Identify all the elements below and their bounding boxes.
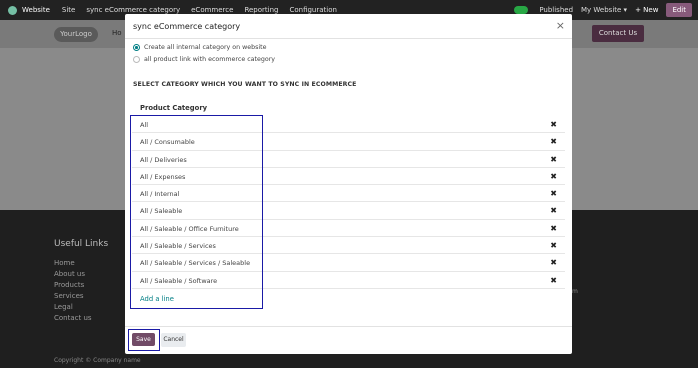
delete-icon[interactable]: ✖ <box>550 224 557 233</box>
section-label: SELECT CATEGORY WHICH YOU WANT TO SYNC I… <box>133 81 357 88</box>
footer-link-legal[interactable]: Legal <box>54 302 92 313</box>
site-logo[interactable]: YourLogo <box>54 27 98 42</box>
dialog-header: sync eCommerce category × <box>125 14 572 39</box>
delete-icon[interactable]: ✖ <box>550 189 557 198</box>
menu-site[interactable]: Site <box>62 6 75 14</box>
footer-heading: Useful Links <box>54 239 109 249</box>
radio-unchecked-icon[interactable] <box>133 56 140 63</box>
footer-copyright: Copyright © Company name <box>54 357 141 364</box>
toggle-icon <box>514 6 529 14</box>
save-button[interactable]: Save <box>132 333 155 346</box>
footer-links: Home About us Products Services Legal Co… <box>54 258 92 324</box>
footer-link-contact[interactable]: Contact us <box>54 313 92 324</box>
contact-us-button[interactable]: Contact Us <box>592 25 644 42</box>
dialog-title: sync eCommerce category <box>133 22 241 31</box>
menu-ecommerce[interactable]: eCommerce <box>191 6 233 14</box>
footer-link-services[interactable]: Services <box>54 291 92 302</box>
delete-icon[interactable]: ✖ <box>550 206 557 215</box>
footer-link-home[interactable]: Home <box>54 258 92 269</box>
option-label: Create all internal category on website <box>144 44 267 51</box>
cancel-button[interactable]: Cancel <box>161 333 186 347</box>
site-nav-home[interactable]: Ho <box>112 29 122 37</box>
website-app-icon[interactable] <box>8 5 17 15</box>
published-label: Published <box>539 6 574 14</box>
option-link-products[interactable]: all product link with ecommerce category <box>133 56 275 63</box>
published-toggle[interactable]: Published <box>506 6 573 14</box>
delete-icon[interactable]: ✖ <box>550 241 557 250</box>
column-header-product-category: Product Category <box>140 104 208 112</box>
footer-link-products[interactable]: Products <box>54 280 92 291</box>
app-name[interactable]: Website <box>22 6 50 14</box>
delete-icon[interactable]: ✖ <box>550 172 557 181</box>
category-highlight-box <box>130 115 263 309</box>
footer-link-about[interactable]: About us <box>54 269 92 280</box>
footer-edge-text: m <box>572 288 578 295</box>
menu-sync-ecommerce[interactable]: sync eCommerce category <box>86 6 180 14</box>
delete-icon[interactable]: ✖ <box>550 258 557 267</box>
new-button[interactable]: + New <box>635 6 658 14</box>
radio-checked-icon[interactable] <box>133 44 140 51</box>
delete-icon[interactable]: ✖ <box>550 137 557 146</box>
menu-configuration[interactable]: Configuration <box>289 6 336 14</box>
option-create-internal[interactable]: Create all internal category on website <box>133 44 267 51</box>
edit-button[interactable]: Edit <box>666 3 692 17</box>
delete-icon[interactable]: ✖ <box>550 120 557 129</box>
save-highlight-box: Save <box>128 329 160 351</box>
sync-category-dialog: sync eCommerce category × Create all int… <box>125 14 572 354</box>
delete-icon[interactable]: ✖ <box>550 276 557 285</box>
option-label: all product link with ecommerce category <box>144 56 276 63</box>
my-website-dropdown[interactable]: My Website ▾ <box>581 6 627 14</box>
delete-icon[interactable]: ✖ <box>550 155 557 164</box>
close-icon[interactable]: × <box>556 19 565 32</box>
menu-reporting[interactable]: Reporting <box>244 6 278 14</box>
dialog-footer: Save Cancel <box>125 326 572 354</box>
